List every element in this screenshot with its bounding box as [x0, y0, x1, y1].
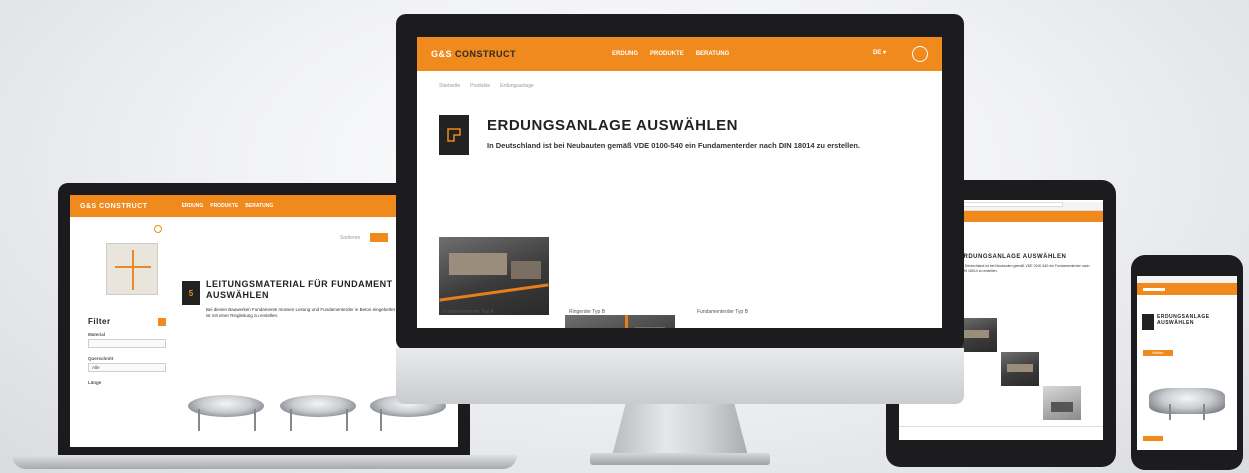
- language-label: DE: [872, 50, 882, 56]
- phone-product-image[interactable]: [1149, 382, 1225, 422]
- phone-header-bar: [1137, 283, 1237, 295]
- tablet-intro-text: In Deutschland ist bei Neubauten gemäß V…: [961, 264, 1090, 273]
- language-selector[interactable]: DE ▾: [873, 49, 886, 56]
- tablet-product-image[interactable]: [959, 318, 997, 352]
- laptop-base: [12, 455, 517, 469]
- laptop-nav-item[interactable]: ERDUNG: [182, 203, 204, 209]
- phone-screen: ERDUNGSANLAGE AUSWÄHLEN Weiter: [1137, 276, 1237, 450]
- nav-item-erdung[interactable]: ERDUNG: [612, 51, 638, 57]
- product-caption[interactable]: Ringerder Typ B: [569, 309, 605, 315]
- filter-label: Material: [88, 332, 106, 337]
- breadcrumb-item[interactable]: Produkte: [470, 83, 490, 89]
- zoom-icon[interactable]: [154, 225, 162, 233]
- phone-status-bar: [1137, 276, 1237, 283]
- logo-prefix: G&S: [431, 49, 453, 59]
- laptop-nav-item[interactable]: BERATUNG: [245, 203, 273, 209]
- tablet-page-title: ERDUNGSANLAGE AUSWÄHLEN: [959, 254, 1067, 260]
- breadcrumb-item[interactable]: Erdungsanlage: [500, 83, 534, 89]
- breadcrumb-item[interactable]: Startseite: [439, 83, 460, 89]
- product-caption[interactable]: Fundamenterder Typ A: [443, 309, 494, 315]
- breadcrumb: Startseite Produkte Erdungsanlage: [439, 83, 534, 89]
- phone-page-title: ERDUNGSANLAGE AUSWÄHLEN: [1157, 314, 1210, 326]
- search-icon[interactable]: [912, 46, 928, 62]
- grounding-icon: 5: [182, 281, 200, 305]
- desktop-logo[interactable]: G&S CONSTRUCT: [431, 49, 516, 59]
- intro-text: In Deutschland ist bei Neubauten gemäß V…: [487, 141, 861, 150]
- filter-title: Filter: [88, 317, 111, 326]
- desktop-nav: ERDUNG PRODUKTE BERATUNG: [612, 51, 729, 57]
- laptop-nav: ERDUNG PRODUKTE BERATUNG: [182, 203, 274, 209]
- nav-item-beratung[interactable]: BERATUNG: [696, 51, 730, 57]
- desktop-header-bar: G&S CONSTRUCT ERDUNG PRODUKTE BERATUNG D…: [417, 37, 942, 71]
- product-image-typ-a[interactable]: [439, 237, 549, 315]
- grounding-icon: [1142, 314, 1154, 330]
- laptop-nav-item[interactable]: PRODUKTE: [210, 203, 238, 209]
- desktop-screen: G&S CONSTRUCT ERDUNG PRODUKTE BERATUNG D…: [417, 37, 942, 328]
- laptop-filter-panel: Filter Material Querschnitt Alle Länge: [88, 317, 166, 385]
- laptop-logo[interactable]: G&S CONSTRUCT: [80, 203, 148, 210]
- filter-label: Querschnitt: [88, 356, 114, 361]
- laptop-page-title: LEITUNGSMATERIAL FÜR FUNDAMENT AUSWÄHLEN: [206, 279, 393, 300]
- desktop-stand-foot: [590, 453, 770, 465]
- desktop-stand: [612, 404, 748, 456]
- page-title: ERDUNGSANLAGE AUSWÄHLEN: [487, 117, 738, 134]
- logo-suffix: CONSTRUCT: [455, 49, 517, 59]
- filter-select-material[interactable]: [88, 339, 166, 348]
- laptop-sort-label: Sortieren: [340, 235, 361, 241]
- product-caption[interactable]: Fundamenterder Typ B: [697, 309, 748, 315]
- phone-footer-button[interactable]: [1143, 436, 1163, 441]
- filter-label: Länge: [88, 380, 102, 385]
- laptop-product-thumbnail[interactable]: [106, 243, 158, 295]
- laptop-sort-button[interactable]: [370, 233, 388, 242]
- nav-item-produkte[interactable]: PRODUKTE: [650, 51, 684, 57]
- phone-button[interactable]: Weiter: [1143, 350, 1173, 356]
- tablet-product-image[interactable]: [1001, 352, 1039, 386]
- grounding-icon: [439, 115, 469, 155]
- filter-select-querschnitt[interactable]: Alle: [88, 363, 166, 372]
- desktop-chin: [396, 348, 964, 404]
- product-image-typ-b[interactable]: [565, 315, 675, 328]
- filter-toggle-icon[interactable]: [158, 317, 166, 326]
- phone-logo[interactable]: [1143, 287, 1165, 291]
- chevron-down-icon: ▾: [882, 50, 886, 56]
- tablet-product-image[interactable]: [1043, 386, 1081, 420]
